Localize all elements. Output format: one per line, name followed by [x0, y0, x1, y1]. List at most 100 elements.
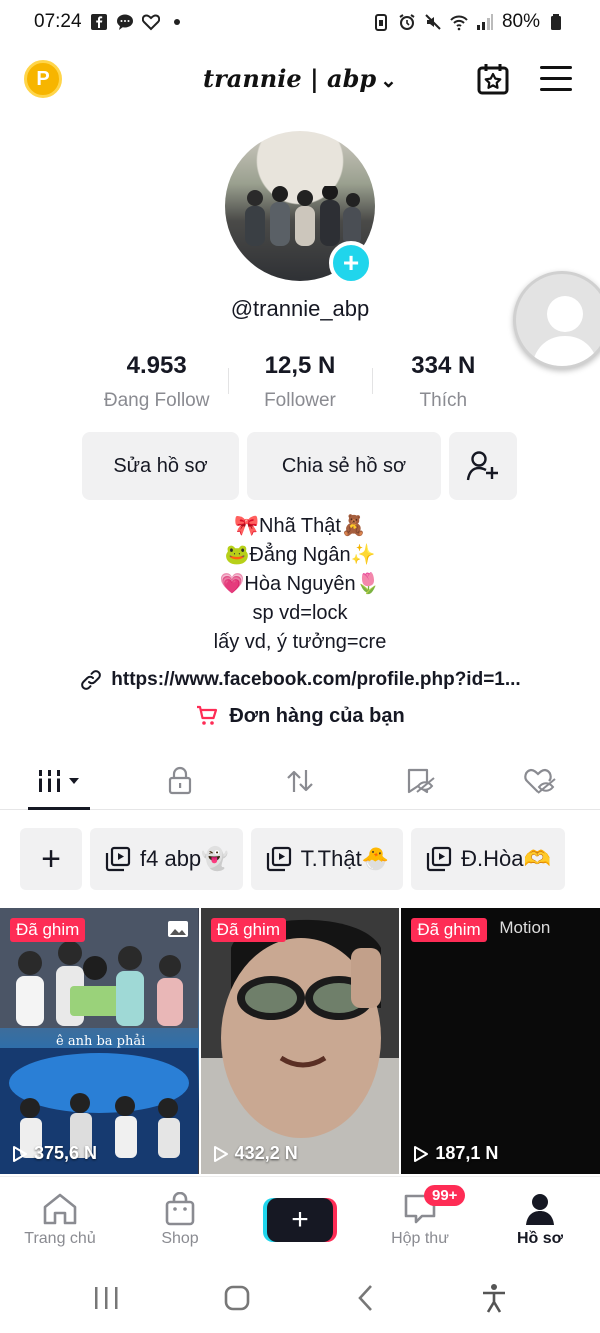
message-icon [116, 14, 133, 30]
stat-likes[interactable]: 334 N Thích [371, 352, 515, 416]
repost-icon [287, 769, 313, 792]
accessibility-icon[interactable] [479, 1282, 509, 1314]
cart-icon [197, 705, 218, 725]
battery-level: 80% [501, 11, 540, 32]
add-collection-button[interactable]: + [20, 828, 82, 890]
bio-line: sp vd=lock [252, 602, 348, 624]
video-thumbnail[interactable]: Đã ghim Motion 187,1 N [401, 908, 600, 1174]
bio-link[interactable]: https://www.facebook.com/profile.php?id=… [0, 668, 600, 692]
collection-label: Đ.Hòa🫶 [461, 846, 551, 871]
nav-label: Hồ sơ [516, 1229, 564, 1247]
photo-icon [167, 921, 188, 937]
video-overlay-text: Motion [499, 918, 551, 937]
collection-label: T.Thật🐣 [300, 846, 390, 871]
view-count-value: 375,6 N [34, 1143, 98, 1163]
alarm-icon [399, 14, 415, 30]
inbox-badge: 99+ [424, 1185, 466, 1206]
recent-apps-icon[interactable] [91, 1285, 121, 1311]
view-count-value: 432,2 N [234, 1143, 298, 1163]
tab-private[interactable] [120, 752, 240, 809]
bio-line: lấy vd, ý tưởng=cre [213, 631, 387, 653]
play-icon [13, 1145, 27, 1162]
facebook-icon [90, 14, 107, 30]
home-button-icon[interactable] [222, 1283, 252, 1313]
view-count-value: 187,1 N [435, 1143, 499, 1163]
content-tabs [0, 752, 600, 810]
stat-following[interactable]: 4.953 Đang Follow [85, 352, 228, 416]
play-icon [213, 1145, 228, 1162]
bio-link-text: https://www.facebook.com/profile.php?id=… [111, 669, 521, 690]
collection-chip[interactable]: f4 abp👻 [90, 828, 243, 890]
tab-saved[interactable] [360, 752, 480, 809]
video-thumbnail[interactable]: Đã ghim ê anh ba phải 375,6 N [0, 908, 199, 1174]
collection-chip[interactable]: Đ.Hòa🫶 [411, 828, 565, 890]
profile-stats: 4.953 Đang Follow 12,5 N Follower 334 N … [85, 352, 515, 416]
collection-label: f4 abp👻 [140, 846, 229, 871]
nav-label: Hộp thư [391, 1229, 449, 1247]
menu-icon[interactable] [540, 66, 572, 92]
profile-bio: 🎀Nhã Thật🧸 🐸Đẳng Ngân✨ 💗Hòa Nguyên🌷 sp v… [0, 512, 600, 657]
view-count: 432,2 N [213, 1143, 298, 1164]
shop-bag-icon [165, 1191, 195, 1225]
mute-icon [425, 14, 441, 30]
nav-inbox[interactable]: Hộp thư 99+ [360, 1177, 480, 1262]
nav-home[interactable]: Trang chủ [0, 1177, 120, 1262]
profile-actions: Sửa hồ sơ Chia sẻ hồ sơ [82, 432, 517, 500]
stat-label: Đang Follow [103, 390, 210, 411]
grid-videos-icon [37, 769, 79, 792]
orders-label: Đơn hàng của bạn [229, 704, 405, 727]
orders-link[interactable]: Đơn hàng của bạn [0, 704, 600, 728]
tab-reposts[interactable] [240, 752, 360, 809]
nav-create[interactable]: + [240, 1177, 360, 1262]
heart-hidden-icon [524, 768, 556, 794]
profile-header: P trannie | abp ⌄ [0, 52, 600, 108]
edit-profile-button[interactable]: Sửa hồ sơ [82, 432, 239, 500]
nav-shop[interactable]: Shop [120, 1177, 240, 1262]
stat-label: Follower [264, 390, 336, 411]
nav-label: Trang chủ [24, 1229, 96, 1247]
create-button[interactable]: + [267, 1197, 333, 1242]
chevron-down-icon: ⌄ [380, 68, 397, 92]
notification-dot-icon [173, 19, 180, 25]
heart-app-icon [141, 14, 160, 31]
back-icon[interactable] [354, 1283, 378, 1313]
bio-line: 🎀Nhã Thật🧸 [234, 515, 366, 537]
playlist-icon [426, 846, 452, 872]
account-switcher[interactable]: trannie | abp ⌄ [0, 64, 600, 93]
pinned-badge: Đã ghim [210, 918, 286, 942]
signal-icon [476, 14, 493, 30]
collection-chip[interactable]: T.Thật🐣 [250, 828, 404, 890]
play-icon [414, 1145, 429, 1162]
plus-icon: + [291, 1202, 309, 1236]
add-user-icon [466, 451, 498, 481]
video-grid: Đã ghim ê anh ba phải 375,6 N Đã ghim 43… [0, 908, 600, 1174]
bio-line: 🐸Đẳng Ngân✨ [224, 544, 376, 566]
video-image [200, 908, 399, 1174]
plus-icon: + [41, 839, 61, 878]
home-icon [43, 1193, 77, 1224]
nav-profile[interactable]: Hồ sơ [480, 1177, 600, 1262]
stat-value: 12,5 N [264, 352, 336, 379]
stat-value: 334 N [411, 352, 476, 379]
bottom-navigation: Trang chủ Shop + Hộp thư 99+ Hồ sơ [0, 1176, 600, 1262]
profile-handle: @trannie_abp [230, 296, 370, 321]
bio-line: 💗Hòa Nguyên🌷 [219, 573, 381, 595]
playlist-icon [266, 846, 291, 872]
profile-icon [526, 1193, 554, 1225]
stat-label: Thích [419, 390, 468, 411]
tab-liked[interactable] [480, 752, 600, 809]
wifi-icon [450, 15, 468, 31]
share-profile-button[interactable]: Chia sẻ hồ sơ [247, 432, 441, 500]
add-friend-button[interactable] [449, 432, 517, 500]
stat-followers[interactable]: 12,5 N Follower [228, 352, 371, 416]
tab-videos[interactable] [0, 752, 120, 810]
lock-icon [168, 766, 192, 794]
battery-saver-icon [374, 14, 387, 31]
calendar-star-icon[interactable] [476, 62, 510, 96]
battery-icon [551, 14, 561, 30]
link-icon [81, 670, 102, 690]
video-thumbnail[interactable]: Đã ghim 432,2 N [200, 908, 400, 1174]
nav-label: Shop [161, 1229, 199, 1247]
add-avatar-button[interactable]: + [329, 241, 373, 285]
playlist-icon [105, 846, 131, 872]
